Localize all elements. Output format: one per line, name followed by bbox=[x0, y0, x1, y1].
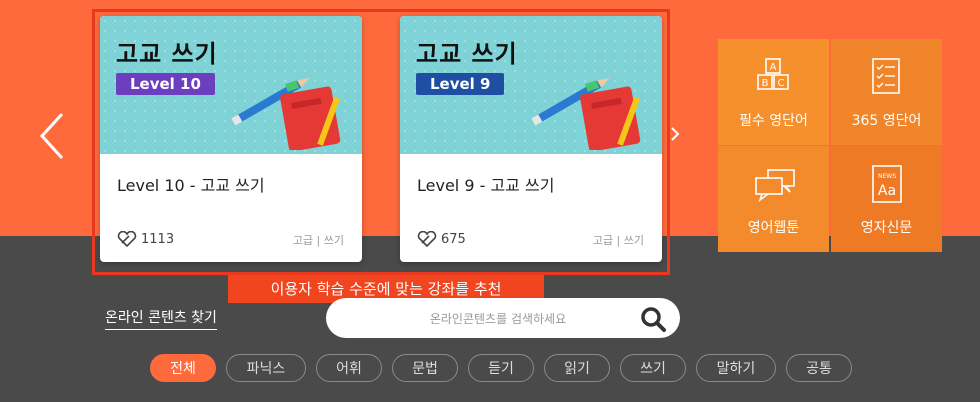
tile-label: 365 영단어 bbox=[851, 113, 922, 129]
speech-bubbles-icon bbox=[755, 169, 795, 203]
prev-arrow-icon[interactable] bbox=[34, 108, 74, 164]
tile-english-newspaper[interactable]: NEWS Aa 영자신문 bbox=[831, 146, 942, 252]
filter-phonics[interactable]: 파닉스 bbox=[226, 354, 306, 382]
recommendation-highlight bbox=[92, 9, 670, 275]
filter-speaking[interactable]: 말하기 bbox=[696, 354, 776, 382]
next-arrow-icon[interactable] bbox=[668, 124, 682, 144]
tile-label: 영어웹툰 bbox=[747, 220, 800, 236]
search-box bbox=[326, 298, 680, 340]
tile-label: 영자신문 bbox=[860, 220, 913, 236]
filter-grammar[interactable]: 문법 bbox=[392, 354, 458, 382]
search-heading: 온라인 콘텐츠 찾기 bbox=[105, 307, 217, 330]
search-icon[interactable] bbox=[640, 306, 666, 332]
svg-text:C: C bbox=[778, 78, 785, 89]
filter-reading[interactable]: 읽기 bbox=[544, 354, 610, 382]
filter-vocabulary[interactable]: 어휘 bbox=[316, 354, 382, 382]
tile-english-webtoon[interactable]: 영어웹툰 bbox=[718, 146, 829, 252]
tile-365-words[interactable]: 365 영단어 bbox=[831, 39, 942, 145]
category-filters: 전체 파닉스 어휘 문법 듣기 읽기 쓰기 말하기 공통 bbox=[150, 354, 852, 382]
tile-label: 필수 영단어 bbox=[739, 113, 808, 129]
filter-all[interactable]: 전체 bbox=[150, 354, 216, 382]
svg-text:Aa: Aa bbox=[878, 183, 896, 199]
newspaper-icon: NEWS Aa bbox=[872, 165, 902, 203]
search-input[interactable] bbox=[346, 298, 650, 340]
filter-common[interactable]: 공통 bbox=[786, 354, 852, 382]
svg-text:NEWS: NEWS bbox=[878, 173, 896, 180]
abc-blocks-icon: A B C bbox=[757, 58, 789, 90]
svg-text:A: A bbox=[770, 62, 777, 73]
tile-essential-words[interactable]: A B C 필수 영단어 bbox=[718, 39, 829, 145]
svg-text:B: B bbox=[762, 78, 769, 89]
checklist-icon bbox=[872, 58, 900, 94]
filter-listening[interactable]: 듣기 bbox=[468, 354, 534, 382]
filter-writing[interactable]: 쓰기 bbox=[620, 354, 686, 382]
